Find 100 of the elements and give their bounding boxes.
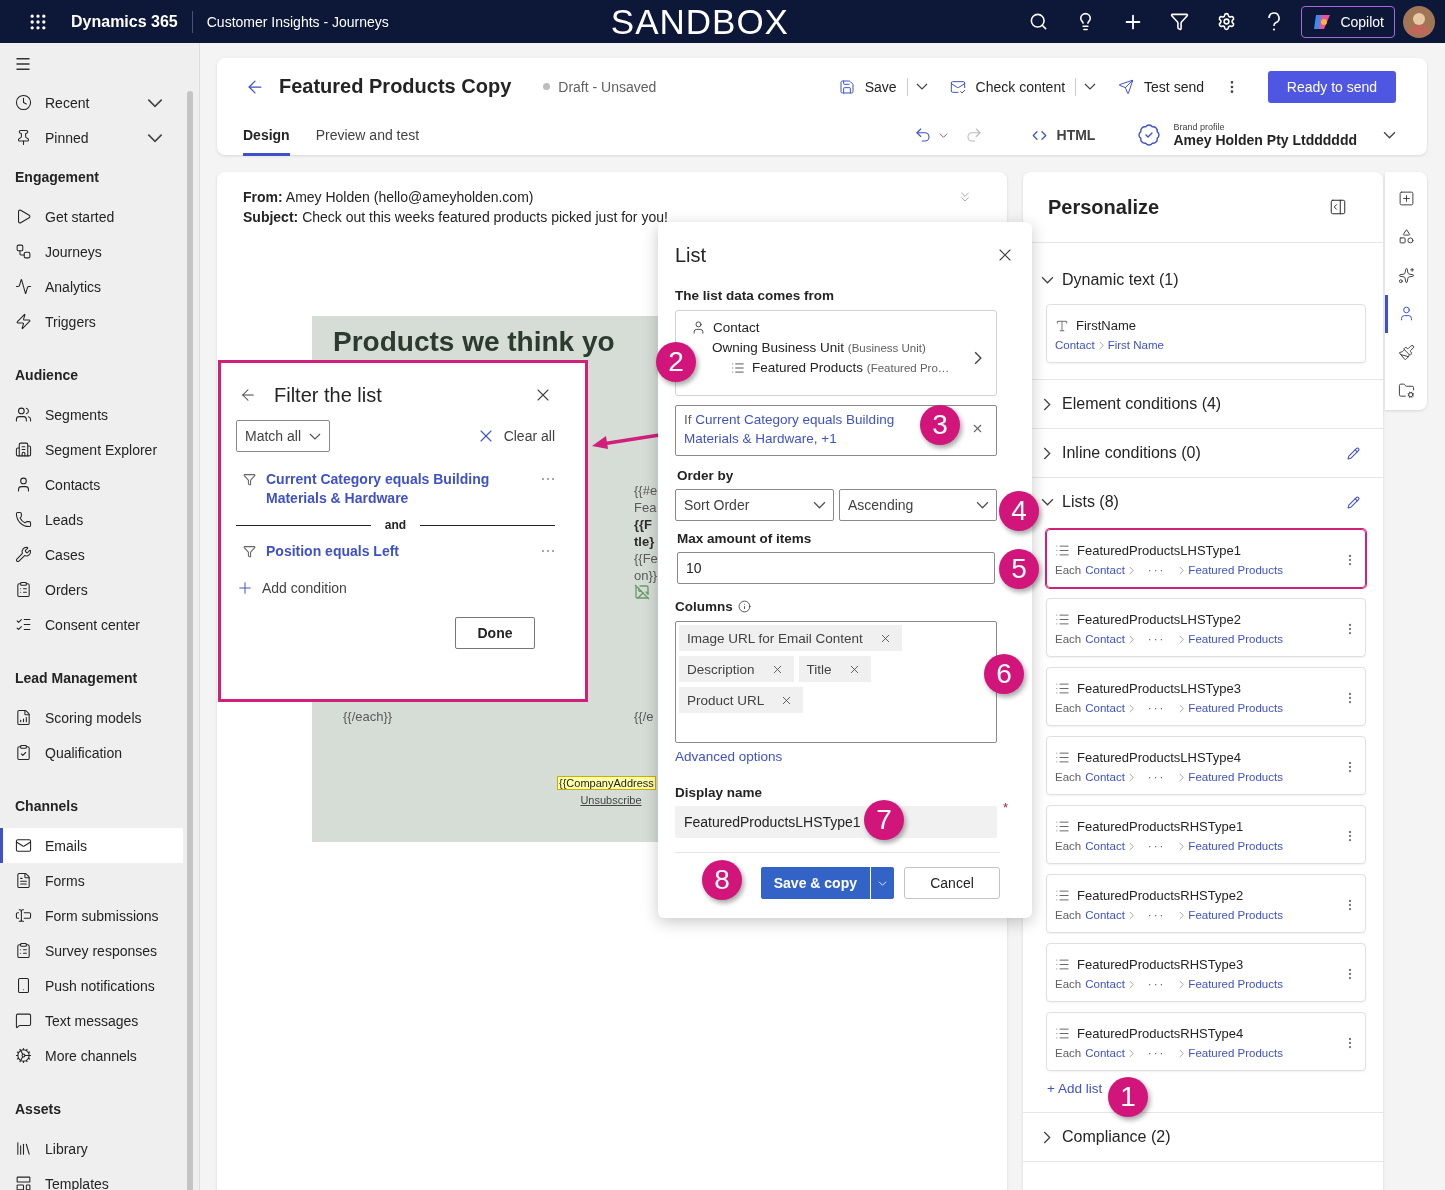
- nav-item[interactable]: Pinned: [0, 120, 183, 155]
- tab[interactable]: Preview and test: [315, 114, 420, 156]
- chevron-right-icon: [1128, 910, 1134, 920]
- nav-item[interactable]: Push notifications: [0, 968, 183, 1003]
- collapse-panel-icon[interactable]: [1329, 198, 1347, 216]
- list-card[interactable]: FeaturedProductsLHSType4 Each Contact ··· Featured Products: [1046, 736, 1366, 795]
- scrollbar[interactable]: [187, 91, 193, 1190]
- copilot-button[interactable]: Copilot: [1301, 5, 1395, 38]
- clear-icon[interactable]: [971, 422, 984, 435]
- dropdown-button[interactable]: [870, 867, 894, 899]
- crumb-text: ···: [1147, 771, 1166, 783]
- chevron-down-icon[interactable]: [915, 83, 928, 90]
- column-tag[interactable]: Title: [798, 656, 871, 682]
- nav-item[interactable]: Orders: [0, 572, 183, 607]
- add-list-link[interactable]: + Add list: [1047, 1081, 1103, 1096]
- nav-item[interactable]: Forms: [0, 863, 183, 898]
- nav-group-title: Channels: [15, 798, 78, 814]
- crumb-link[interactable]: Featured Products: [1188, 840, 1283, 852]
- list-card[interactable]: FeaturedProductsRHSType3 Each Contact ··· Featured Products: [1046, 943, 1366, 1002]
- order-direction-dropdown[interactable]: Ascending: [839, 489, 997, 521]
- nav-item[interactable]: Contacts: [0, 467, 183, 502]
- crumb-link[interactable]: Contact: [1085, 909, 1125, 921]
- column-tag[interactable]: Product URL: [679, 687, 804, 713]
- columns-picker[interactable]: Image URL for Email Content Description Title Product URL: [675, 621, 997, 743]
- crumb-link[interactable]: Featured Products: [1188, 702, 1283, 714]
- source-relation: Featured Products (Featured Pro…: [752, 360, 950, 375]
- crumb-link[interactable]: Contact: [1085, 564, 1125, 576]
- nav-item[interactable]: Segments: [0, 397, 183, 432]
- avatar[interactable]: [1403, 5, 1435, 38]
- nav-item[interactable]: Library: [0, 1131, 183, 1166]
- nav-item[interactable]: Consent center: [0, 607, 183, 642]
- list-card[interactable]: FeaturedProductsRHSType4 Each Contact ··· Featured Products: [1046, 1012, 1366, 1071]
- list-card[interactable]: FeaturedProductsLHSType2 Each Contact ··· Featured Products: [1046, 598, 1366, 657]
- crumb-link[interactable]: Contact: [1085, 978, 1125, 990]
- match-dropdown[interactable]: Match all: [236, 420, 331, 452]
- crumb-link[interactable]: Featured Products: [1188, 633, 1283, 645]
- crumb-link[interactable]: First Name: [1107, 339, 1164, 351]
- crumb-text: ···: [1147, 633, 1166, 645]
- list-card[interactable]: FeaturedProductsLHSType1 Each Contact ··· Featured Products: [1046, 529, 1366, 588]
- phone-icon: [15, 511, 32, 528]
- nav-item[interactable]: Scoring models: [0, 700, 183, 735]
- toolbar-button[interactable]: Test send: [1110, 71, 1212, 102]
- nav-item[interactable]: Get started: [0, 199, 183, 234]
- list-card[interactable]: FeaturedProductsLHSType3 Each Contact ··· Featured Products: [1046, 667, 1366, 726]
- condition-link[interactable]: Current Category equals Building Materials & Hardware: [266, 470, 531, 508]
- nav-item[interactable]: Text messages: [0, 1003, 183, 1038]
- cancel-button[interactable]: Cancel: [904, 867, 1000, 899]
- brand-profile-picker[interactable]: Brand profile Amey Holden Pty Ltdddddd: [1137, 122, 1396, 148]
- crumb-text: Each: [1055, 771, 1082, 783]
- nav-item[interactable]: Recent: [0, 85, 183, 120]
- max-items-input[interactable]: 10: [677, 552, 995, 584]
- nav-item[interactable]: Segment Explorer: [0, 432, 183, 467]
- section-header[interactable]: Inline conditions (0): [1040, 429, 1366, 477]
- ready-to-send-button[interactable]: Ready to send: [1268, 70, 1396, 103]
- edit-icon: [1347, 446, 1360, 460]
- section-header[interactable]: Element conditions (4): [1040, 380, 1366, 428]
- nav-item[interactable]: Survey responses: [0, 933, 183, 968]
- nav-item[interactable]: Journeys: [0, 234, 183, 269]
- list-card[interactable]: FeaturedProductsRHSType2 Each Contact ··· Featured Products: [1046, 874, 1366, 933]
- crumb-link[interactable]: Featured Products: [1188, 1047, 1283, 1059]
- section-header[interactable]: Dynamic text (1): [1040, 256, 1366, 304]
- toolbar-button[interactable]: Save: [830, 71, 905, 102]
- advanced-options-link[interactable]: Advanced options: [675, 749, 783, 764]
- crumb-link[interactable]: Featured Products: [1188, 564, 1283, 576]
- order-field-dropdown[interactable]: Sort Order: [675, 489, 834, 521]
- toolbar-button[interactable]: Check content: [941, 71, 1074, 102]
- dynamic-text-card[interactable]: FirstName Contact First Name: [1046, 304, 1366, 363]
- info-icon[interactable]: [737, 600, 751, 613]
- nav-item[interactable]: Leads: [0, 502, 183, 537]
- crumb-link[interactable]: Contact: [1085, 1047, 1125, 1059]
- section-header[interactable]: Lists (8): [1040, 478, 1366, 526]
- nav-item[interactable]: Form submissions: [0, 898, 183, 933]
- column-tag[interactable]: Description: [679, 656, 794, 682]
- tab[interactable]: Design: [243, 114, 290, 156]
- nav-group-title: Audience: [15, 367, 78, 383]
- nav-item[interactable]: Analytics: [0, 269, 183, 304]
- app-name[interactable]: Dynamics 365: [71, 10, 193, 33]
- add-condition-button[interactable]: Add condition: [236, 579, 555, 597]
- unsubscribe-link[interactable]: Unsubscribe: [580, 794, 642, 806]
- crumb-link[interactable]: Featured Products: [1188, 978, 1283, 990]
- crumb-link[interactable]: Featured Products: [1188, 771, 1283, 783]
- clear-all-button[interactable]: Clear all: [475, 426, 555, 446]
- nav-item[interactable]: More channels: [0, 1038, 183, 1073]
- area-name[interactable]: Customer Insights - Journeys: [206, 13, 389, 30]
- crumb-link[interactable]: Contact: [1085, 840, 1125, 852]
- nav-item[interactable]: Cases: [0, 537, 183, 572]
- crumb-link[interactable]: Contact: [1085, 702, 1125, 714]
- nav-item[interactable]: Emails: [0, 828, 183, 863]
- condition-link[interactable]: Position equals Left: [266, 542, 531, 561]
- crumb-link[interactable]: Featured Products: [1188, 909, 1283, 921]
- crumb-link[interactable]: Contact: [1055, 339, 1095, 351]
- column-tag[interactable]: Image URL for Email Content: [679, 625, 902, 651]
- html-button[interactable]: HTML: [1025, 126, 1102, 144]
- nav-item[interactable]: Qualification: [0, 735, 183, 770]
- crumb-link[interactable]: Contact: [1085, 771, 1125, 783]
- nav-item[interactable]: Triggers: [0, 304, 183, 339]
- crumb-link[interactable]: Contact: [1085, 633, 1125, 645]
- done-button[interactable]: Done: [455, 617, 535, 649]
- chevron-down-icon[interactable]: [1084, 83, 1097, 90]
- list-card[interactable]: FeaturedProductsRHSType1 Each Contact ··· Featured Products: [1046, 805, 1366, 864]
